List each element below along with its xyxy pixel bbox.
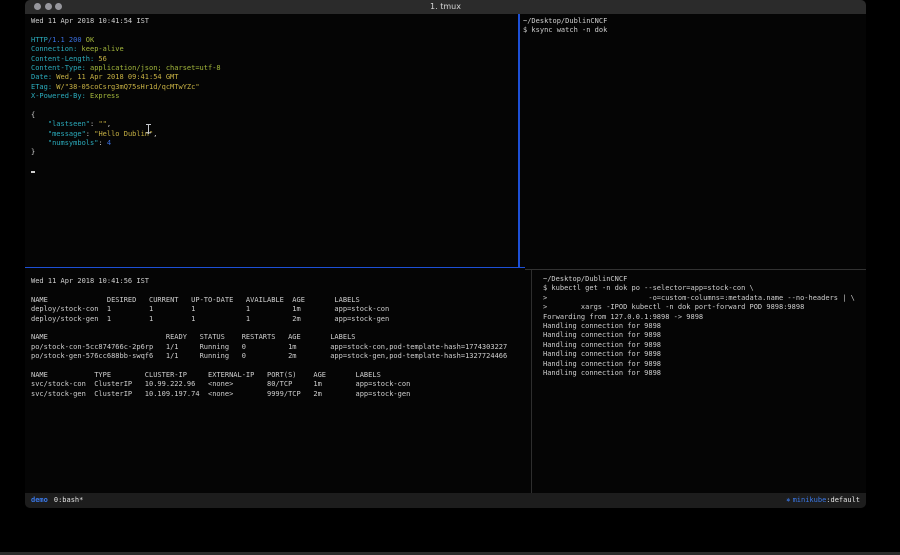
json-open-brace: { <box>31 111 524 120</box>
terminal-cursor <box>31 171 35 173</box>
cursor-line <box>31 167 524 176</box>
forwarding-status-line: Forwarding from 127.0.0.1:9898 -> 9898 <box>543 313 866 322</box>
timestamp-line: Wed 11 Apr 2018 10:41:56 IST <box>31 277 537 286</box>
pods-table-header: NAME READY STATUS RESTARTS AGE LABELS <box>31 333 537 342</box>
json-field-row: "lastseen": "", <box>31 120 524 129</box>
pane-kubectl-resources[interactable]: Wed 11 Apr 2018 10:41:56 IST NAME DESIRE… <box>25 270 537 500</box>
connection-log-line: Handling connection for 9898 <box>543 331 866 340</box>
window-title: 1. tmux <box>25 0 866 14</box>
http-header-row: X-Powered-By:Express <box>31 92 524 101</box>
http-header-row: Connection:keep-alive <box>31 45 524 54</box>
blank-line <box>31 324 537 333</box>
terminal-window: 1. tmux Wed 11 Apr 2018 10:41:54 IST HTT… <box>25 0 866 508</box>
timestamp-line: Wed 11 Apr 2018 10:41:54 IST <box>31 17 524 26</box>
tmux-status-bar: demo 0:bash* ⎈ minikube :default <box>25 493 866 508</box>
table-row: deploy/stock-con 1 1 1 1 1m app=stock-co… <box>31 305 537 314</box>
blank-line <box>31 26 524 35</box>
connection-log-line: Handling connection for 9898 <box>543 369 866 378</box>
blank-line <box>31 158 524 167</box>
table-row: po/stock-gen-576cc688bb-swqf6 1/1 Runnin… <box>31 352 537 361</box>
tmux-terminal: Wed 11 Apr 2018 10:41:54 IST HTTP/1.1 20… <box>25 14 866 493</box>
command-continuation: > xargs -IPOD kubectl -n dok port-forwar… <box>543 303 866 312</box>
table-row: po/stock-con-5cc874766c-2p6rp 1/1 Runnin… <box>31 343 537 352</box>
kube-namespace: :default <box>826 493 860 508</box>
traffic-lights <box>34 3 62 10</box>
mouse-cursor <box>145 124 152 134</box>
services-table-header: NAME TYPE CLUSTER-IP EXTERNAL-IP PORT(S)… <box>31 371 537 380</box>
http-header-row: Date:Wed, 11 Apr 2018 09:41:54 GMT <box>31 73 524 82</box>
pane-divider-horizontal-left[interactable] <box>25 267 525 269</box>
table-row: deploy/stock-gen 1 1 1 1 2m app=stock-ge… <box>31 315 537 324</box>
blank-line <box>31 362 537 371</box>
http-version-code: /1.1 200 <box>48 36 86 44</box>
kube-context: minikube <box>793 493 827 508</box>
json-field-row: "numsymbols": 4 <box>31 139 524 148</box>
connection-log-line: Handling connection for 9898 <box>543 322 866 331</box>
session-name[interactable]: demo <box>31 493 48 508</box>
blank-line <box>31 102 524 111</box>
connection-log-line: Handling connection for 9898 <box>543 360 866 369</box>
pane-ksync-watch[interactable]: ~/Desktop/DublinCNCF $ ksync watch -n do… <box>520 14 866 269</box>
status-right: ⎈ minikube :default <box>786 493 860 508</box>
json-close-brace: } <box>31 148 524 157</box>
connection-log-line: Handling connection for 9898 <box>543 350 866 359</box>
working-directory: ~/Desktop/DublinCNCF <box>523 17 866 26</box>
zoom-window-button[interactable] <box>55 3 62 10</box>
working-directory: ~/Desktop/DublinCNCF <box>543 275 866 284</box>
close-window-button[interactable] <box>34 3 41 10</box>
http-proto: HTTP <box>31 36 48 44</box>
http-header-row: ETag:W/"38-05coCsrg3mQ75sHr1d/qcMTwYZc" <box>31 83 524 92</box>
command-line: $ ksync watch -n dok <box>523 26 866 35</box>
http-header-row: Content-Length:56 <box>31 55 524 64</box>
command-continuation: > -o=custom-columns=:metadata.name --no-… <box>543 294 866 303</box>
connection-log-line: Handling connection for 9898 <box>543 341 866 350</box>
deployments-table-header: NAME DESIRED CURRENT UP-TO-DATE AVAILABL… <box>31 296 537 305</box>
json-field-row: "message": "Hello Dublin", <box>31 130 524 139</box>
kubernetes-helm-icon: ⎈ <box>786 493 790 508</box>
http-header-row: Content-Type:application/json; charset=u… <box>31 64 524 73</box>
http-status-text: OK <box>86 36 94 44</box>
blank-line <box>31 286 537 295</box>
http-status-line: HTTP/1.1 200 OK <box>31 36 524 45</box>
table-row: svc/stock-gen ClusterIP 10.109.197.74 <n… <box>31 390 537 399</box>
pane-http-response[interactable]: Wed 11 Apr 2018 10:41:54 IST HTTP/1.1 20… <box>25 14 524 269</box>
window-titlebar[interactable]: 1. tmux <box>25 0 866 14</box>
minimize-window-button[interactable] <box>45 3 52 10</box>
table-row: svc/stock-con ClusterIP 10.99.222.96 <no… <box>31 380 537 389</box>
command-line: $ kubectl get -n dok po --selector=app=s… <box>543 284 866 293</box>
pane-port-forward[interactable]: ~/Desktop/DublinCNCF $ kubectl get -n do… <box>532 270 866 498</box>
window-tab-bash[interactable]: 0:bash* <box>54 493 84 508</box>
